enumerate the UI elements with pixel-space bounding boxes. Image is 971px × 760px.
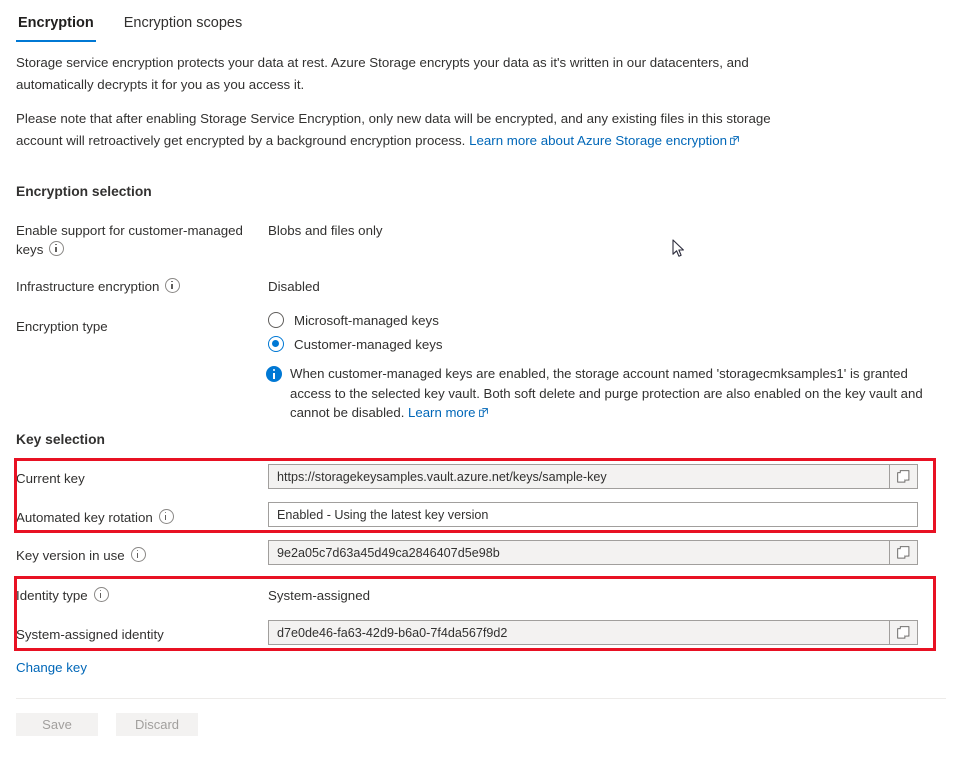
copy-current-key-button[interactable] <box>890 464 918 489</box>
key-version-in-use-value[interactable]: 9e2a05c7d63a45d49ca2846407d5e98b <box>268 540 890 565</box>
intro-paragraph-2: Please note that after enabling Storage … <box>16 108 816 152</box>
infrastructure-encryption-label-text: Infrastructure encryption <box>16 279 159 294</box>
customer-managed-support-label: Enable support for customer-managed keys <box>16 220 268 259</box>
tab-encryption-scopes[interactable]: Encryption scopes <box>122 14 244 42</box>
tab-bar: Encryption Encryption scopes <box>0 0 971 42</box>
info-message-body: When customer-managed keys are enabled, … <box>290 366 923 420</box>
encryption-type-radio-group: Microsoft-managed keys Customer-managed … <box>268 312 443 360</box>
radio-customer-managed-keys-label: Customer-managed keys <box>294 337 443 352</box>
copy-icon <box>897 470 910 483</box>
radio-selected-icon <box>268 336 284 352</box>
customer-managed-keys-info-message: When customer-managed keys are enabled, … <box>266 364 948 423</box>
save-button[interactable]: Save <box>16 713 98 736</box>
footer-buttons: Save Discard <box>16 713 198 736</box>
automated-key-rotation-label: Automated key rotation <box>16 507 268 527</box>
current-key-field[interactable]: https://storagekeysamples.vault.azure.ne… <box>268 464 918 489</box>
encryption-type-label: Encryption type <box>16 316 268 336</box>
identity-type-label-text: Identity type <box>16 588 88 603</box>
identity-type-value: System-assigned <box>268 585 370 605</box>
key-version-in-use-label: Key version in use <box>16 545 268 565</box>
row-customer-managed-support: Enable support for customer-managed keys… <box>16 220 946 259</box>
copy-key-version-button[interactable] <box>890 540 918 565</box>
info-icon[interactable] <box>49 241 64 256</box>
radio-microsoft-managed-keys-label: Microsoft-managed keys <box>294 313 439 328</box>
info-icon[interactable] <box>165 278 180 293</box>
external-link-icon <box>479 408 488 417</box>
discard-button[interactable]: Discard <box>116 713 198 736</box>
encryption-selection-heading: Encryption selection <box>16 184 152 199</box>
system-assigned-identity-label: System-assigned identity <box>16 624 268 644</box>
tab-encryption[interactable]: Encryption <box>16 14 96 42</box>
customer-managed-support-value: Blobs and files only <box>268 220 383 240</box>
info-filled-icon <box>266 366 282 382</box>
info-icon[interactable] <box>94 587 109 602</box>
info-learn-more-link[interactable]: Learn more <box>408 405 475 420</box>
row-identity-type: Identity type System-assigned <box>16 585 946 605</box>
learn-more-storage-encryption-link[interactable]: Learn more about Azure Storage encryptio… <box>469 133 727 148</box>
automated-key-rotation-label-text: Automated key rotation <box>16 510 153 525</box>
intro-paragraph-1: Storage service encryption protects your… <box>16 52 816 96</box>
key-selection-heading: Key selection <box>16 432 105 447</box>
info-message-text: When customer-managed keys are enabled, … <box>290 364 948 423</box>
system-assigned-identity-field[interactable]: d7e0de46-fa63-42d9-b6a0-7f4da567f9d2 <box>268 620 918 645</box>
key-version-in-use-label-text: Key version in use <box>16 548 125 563</box>
footer-divider <box>16 698 946 699</box>
automated-key-rotation-field[interactable]: Enabled - Using the latest key version <box>268 502 918 527</box>
info-icon[interactable] <box>131 547 146 562</box>
row-infrastructure-encryption: Infrastructure encryption Disabled <box>16 276 946 296</box>
current-key-label: Current key <box>16 468 268 488</box>
current-key-value[interactable]: https://storagekeysamples.vault.azure.ne… <box>268 464 890 489</box>
copy-system-assigned-identity-button[interactable] <box>890 620 918 645</box>
radio-microsoft-managed-keys[interactable]: Microsoft-managed keys <box>268 312 443 328</box>
row-encryption-type: Encryption type <box>16 316 946 336</box>
copy-icon <box>897 626 910 639</box>
copy-icon <box>897 546 910 559</box>
change-key-link[interactable]: Change key <box>16 660 87 675</box>
system-assigned-identity-value[interactable]: d7e0de46-fa63-42d9-b6a0-7f4da567f9d2 <box>268 620 890 645</box>
radio-unselected-icon <box>268 312 284 328</box>
radio-customer-managed-keys[interactable]: Customer-managed keys <box>268 336 443 352</box>
infrastructure-encryption-label: Infrastructure encryption <box>16 276 268 296</box>
external-link-icon <box>730 136 739 145</box>
identity-type-label: Identity type <box>16 585 268 605</box>
info-icon[interactable] <box>159 509 174 524</box>
infrastructure-encryption-value: Disabled <box>268 276 320 296</box>
automated-key-rotation-value[interactable]: Enabled - Using the latest key version <box>268 502 918 527</box>
key-version-in-use-field[interactable]: 9e2a05c7d63a45d49ca2846407d5e98b <box>268 540 918 565</box>
